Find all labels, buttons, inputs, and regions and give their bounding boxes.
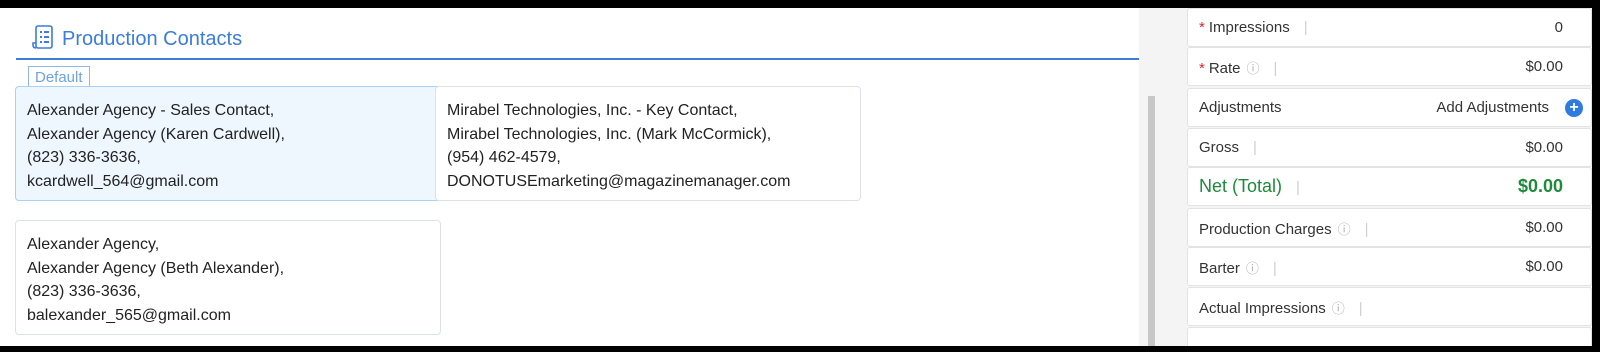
gross-row: Gross | $0.00 bbox=[1187, 128, 1592, 167]
contact-name: Mirabel Technologies, Inc. - Key Contact… bbox=[447, 102, 738, 119]
production-contacts-header: Production Contacts bbox=[16, 18, 1139, 60]
info-icon[interactable]: ⓘ bbox=[1247, 58, 1260, 77]
net-total-value: $0.00 bbox=[1517, 176, 1563, 196]
order-summary-panel: * Impressions | 0 * Rate ⓘ | $0.00 Adjustment… bbox=[1187, 8, 1592, 346]
net-total-label: Net (Total) bbox=[1199, 176, 1283, 196]
add-adjustments-link[interactable]: Add Adjustments bbox=[1436, 99, 1549, 116]
rate-row: * Rate ⓘ | $0.00 bbox=[1187, 47, 1592, 86]
adjustments-label: Adjustments bbox=[1199, 99, 1282, 116]
tab-default[interactable]: Default bbox=[28, 66, 90, 87]
rate-value[interactable]: $0.00 bbox=[1525, 58, 1563, 75]
adjustments-row: Adjustments Add Adjustments + bbox=[1187, 88, 1592, 127]
contact-card[interactable]: Mirabel Technologies, Inc. - Key Contact… bbox=[435, 86, 861, 201]
next-row bbox=[1187, 327, 1592, 346]
scrollbar-thumb[interactable] bbox=[1148, 96, 1155, 346]
actual-impressions-row: Actual Impressions ⓘ | bbox=[1187, 287, 1592, 326]
contact-person: Mirabel Technologies, Inc. (Mark McCormi… bbox=[447, 125, 772, 143]
contact-name: Alexander Agency - Sales Contact, bbox=[27, 102, 275, 119]
production-charges-row: Production Charges ⓘ | $0.00 bbox=[1187, 208, 1592, 247]
gross-value: $0.00 bbox=[1525, 139, 1563, 156]
contact-person: Alexander Agency (Beth Alexander), bbox=[27, 259, 285, 277]
panel-gutter bbox=[1157, 8, 1187, 346]
impressions-label: Impressions bbox=[1208, 19, 1290, 36]
separator: | bbox=[1253, 139, 1257, 156]
info-icon[interactable]: ⓘ bbox=[1332, 298, 1345, 317]
app-frame: Production Contacts Default Alexander Ag… bbox=[0, 8, 1592, 346]
contact-card[interactable]: Alexander Agency - Sales Contact, Alexan… bbox=[15, 86, 441, 201]
contact-email: DONOTUSEmarketing@magazinemanager.com bbox=[447, 172, 791, 190]
contact-card[interactable]: Alexander Agency, Alexander Agency (Beth… bbox=[15, 220, 441, 335]
separator: | bbox=[1272, 260, 1277, 277]
plus-circle-icon[interactable]: + bbox=[1565, 99, 1583, 117]
net-total-row: Net (Total) | $0.00 bbox=[1187, 167, 1592, 206]
contact-name: Alexander Agency, bbox=[27, 236, 160, 253]
contact-phone: (823) 336-3636, bbox=[27, 149, 141, 166]
separator: | bbox=[1296, 179, 1300, 196]
info-icon[interactable]: ⓘ bbox=[1246, 258, 1259, 277]
barter-value[interactable]: $0.00 bbox=[1525, 258, 1563, 275]
rate-label: Rate bbox=[1208, 60, 1241, 77]
contact-phone: (823) 336-3636, bbox=[27, 283, 141, 300]
separator: | bbox=[1364, 221, 1369, 238]
actual-impressions-label: Actual Impressions bbox=[1199, 300, 1326, 317]
contact-person: Alexander Agency (Karen Cardwell), bbox=[27, 125, 285, 143]
info-icon[interactable]: ⓘ bbox=[1338, 219, 1351, 238]
page-title: Production Contacts bbox=[62, 28, 243, 50]
barter-label: Barter bbox=[1199, 260, 1240, 277]
impressions-value[interactable]: 0 bbox=[1555, 19, 1563, 36]
production-charges-value[interactable]: $0.00 bbox=[1525, 219, 1563, 236]
contacts-list-icon bbox=[32, 24, 56, 52]
contact-email: kcardwell_564@gmail.com bbox=[27, 172, 219, 190]
required-marker: * bbox=[1199, 60, 1205, 77]
separator: | bbox=[1273, 60, 1278, 77]
impressions-row: * Impressions | 0 bbox=[1187, 8, 1592, 47]
barter-row: Barter ⓘ | $0.00 bbox=[1187, 247, 1592, 286]
contact-phone: (954) 462-4579, bbox=[447, 149, 561, 166]
required-marker: * bbox=[1199, 19, 1205, 36]
separator: | bbox=[1303, 19, 1308, 36]
production-charges-label: Production Charges bbox=[1199, 221, 1332, 238]
production-contacts-panel: Production Contacts Default Alexander Ag… bbox=[0, 8, 1140, 346]
gross-label: Gross bbox=[1199, 139, 1240, 156]
contact-email: balexander_565@gmail.com bbox=[27, 306, 231, 324]
separator: | bbox=[1358, 300, 1363, 317]
